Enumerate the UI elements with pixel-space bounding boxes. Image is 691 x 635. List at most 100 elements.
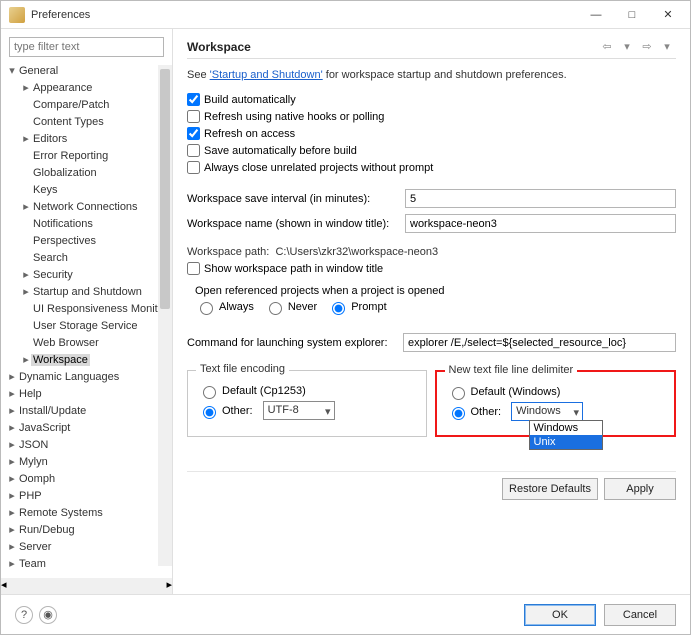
- tree-item[interactable]: Help: [17, 388, 44, 400]
- build-automatically-checkbox[interactable]: [187, 93, 200, 106]
- delimiter-dropdown[interactable]: WindowsUnix: [529, 420, 603, 450]
- show-path-checkbox[interactable]: [187, 262, 200, 275]
- delimiter-default-radio[interactable]: [452, 387, 465, 400]
- refresh-access-checkbox[interactable]: [187, 127, 200, 140]
- save-before-build-checkbox[interactable]: [187, 144, 200, 157]
- twist-icon[interactable]: ▸: [7, 488, 17, 505]
- workspace-name-input[interactable]: [405, 214, 676, 233]
- tree-item[interactable]: Dynamic Languages: [17, 371, 121, 383]
- tree-item[interactable]: Keys: [31, 184, 59, 196]
- filter-input[interactable]: [9, 37, 164, 57]
- twist-icon[interactable]: ▸: [7, 454, 17, 471]
- restore-defaults-button[interactable]: Restore Defaults: [502, 478, 598, 500]
- twist-icon[interactable]: ▸: [21, 284, 31, 301]
- tree-item[interactable]: JSON: [17, 439, 50, 451]
- tree-item[interactable]: Workspace: [31, 354, 90, 366]
- twist-icon[interactable]: ▸: [7, 539, 17, 556]
- tree-item[interactable]: Search: [31, 252, 70, 264]
- tree-item[interactable]: Network Connections: [31, 201, 140, 213]
- tree-item[interactable]: Compare/Patch: [31, 99, 111, 111]
- tree-item[interactable]: Error Reporting: [31, 150, 110, 162]
- delimiter-option[interactable]: Unix: [530, 435, 602, 449]
- open-ref-prompt-radio[interactable]: [332, 302, 345, 315]
- twist-icon: [21, 301, 31, 318]
- twist-icon[interactable]: ▸: [7, 505, 17, 522]
- tree-item[interactable]: Startup and Shutdown: [31, 286, 144, 298]
- tree-item[interactable]: Security: [31, 269, 75, 281]
- twist-icon[interactable]: ▸: [7, 403, 17, 420]
- refresh-access-label: Refresh on access: [204, 128, 295, 140]
- nav-forward-menu-icon[interactable]: ▾: [658, 39, 676, 55]
- ok-button[interactable]: OK: [524, 604, 596, 626]
- tree-item[interactable]: Web Browser: [31, 337, 101, 349]
- nav-back-menu-icon[interactable]: ▾: [618, 39, 636, 55]
- system-explorer-cmd-input[interactable]: [403, 333, 676, 352]
- footer: ? ◉ OK Cancel: [1, 594, 690, 634]
- tree-item[interactable]: Perspectives: [31, 235, 98, 247]
- twist-icon[interactable]: ▸: [21, 352, 31, 369]
- intro-text: See 'Startup and Shutdown' for workspace…: [187, 69, 676, 81]
- apply-button[interactable]: Apply: [604, 478, 676, 500]
- maximize-button[interactable]: □: [614, 4, 650, 26]
- tree-item[interactable]: Server: [17, 541, 53, 553]
- help-icon[interactable]: ?: [15, 606, 33, 624]
- tree-item-general[interactable]: General: [17, 65, 60, 77]
- twist-icon[interactable]: ▸: [7, 471, 17, 488]
- twist-icon[interactable]: ▸: [21, 80, 31, 97]
- delimiter-option[interactable]: Windows: [530, 421, 602, 435]
- tree-item[interactable]: Run/Debug: [17, 524, 77, 536]
- twist-icon[interactable]: ▸: [21, 267, 31, 284]
- tree-item[interactable]: Install/Update: [17, 405, 88, 417]
- twist-icon[interactable]: ▾: [7, 63, 17, 80]
- tree-item[interactable]: JavaScript: [17, 422, 72, 434]
- encoding-default-radio[interactable]: [203, 386, 216, 399]
- tree-item[interactable]: Editors: [31, 133, 69, 145]
- close-unrelated-checkbox[interactable]: [187, 161, 200, 174]
- save-interval-input[interactable]: [405, 189, 676, 208]
- twist-icon[interactable]: ▸: [7, 437, 17, 454]
- encoding-combo[interactable]: UTF-8▾: [263, 401, 335, 420]
- tree-hscrollbar[interactable]: ◂▸: [1, 578, 172, 594]
- import-export-icon[interactable]: ◉: [39, 606, 57, 624]
- encoding-other-radio[interactable]: [203, 406, 216, 419]
- startup-shutdown-link[interactable]: 'Startup and Shutdown': [210, 69, 323, 81]
- window-title: Preferences: [31, 9, 578, 21]
- close-button[interactable]: ✕: [650, 4, 686, 26]
- tree-item[interactable]: Notifications: [31, 218, 95, 230]
- tree-item[interactable]: Oomph: [17, 473, 57, 485]
- tree-item[interactable]: Mylyn: [17, 456, 50, 468]
- twist-icon[interactable]: ▸: [21, 199, 31, 216]
- delimiter-combo[interactable]: Windows▾: [511, 402, 583, 421]
- twist-icon[interactable]: ▸: [7, 420, 17, 437]
- tree-item[interactable]: Content Types: [31, 116, 106, 128]
- line-delimiter-group: New text file line delimiter Default (Wi…: [435, 370, 677, 437]
- twist-icon[interactable]: ▸: [21, 131, 31, 148]
- twist-icon[interactable]: ▸: [7, 369, 17, 386]
- tree-item[interactable]: Team: [17, 558, 48, 570]
- twist-icon[interactable]: ▸: [7, 522, 17, 539]
- titlebar: Preferences ― □ ✕: [1, 1, 690, 29]
- tree-item[interactable]: UI Responsiveness Monitoring: [31, 303, 172, 315]
- refresh-native-checkbox[interactable]: [187, 110, 200, 123]
- twist-icon[interactable]: ▸: [7, 556, 17, 573]
- tree-item[interactable]: PHP: [17, 490, 44, 502]
- encoding-legend: Text file encoding: [196, 363, 289, 375]
- tree-vscrollbar[interactable]: [158, 65, 172, 566]
- twist-icon: [21, 335, 31, 352]
- tree-item[interactable]: Appearance: [31, 82, 94, 94]
- minimize-button[interactable]: ―: [578, 4, 614, 26]
- delimiter-other-radio[interactable]: [452, 407, 465, 420]
- cancel-button[interactable]: Cancel: [604, 604, 676, 626]
- tree-item[interactable]: User Storage Service: [31, 320, 140, 332]
- nav-back-icon[interactable]: ⇦: [598, 39, 616, 55]
- tree-item[interactable]: Globalization: [31, 167, 99, 179]
- twist-icon[interactable]: ▸: [7, 386, 17, 403]
- tree-item[interactable]: Remote Systems: [17, 507, 105, 519]
- open-ref-never-radio[interactable]: [269, 302, 282, 315]
- page-title: Workspace: [187, 40, 598, 54]
- nav-forward-icon[interactable]: ⇨: [638, 39, 656, 55]
- preferences-window: Preferences ― □ ✕ ▾General▸Appearance Co…: [0, 0, 691, 635]
- open-ref-always-radio[interactable]: [200, 302, 213, 315]
- tree[interactable]: ▾General▸Appearance Compare/Patch Conten…: [1, 63, 172, 594]
- twist-icon: [21, 165, 31, 182]
